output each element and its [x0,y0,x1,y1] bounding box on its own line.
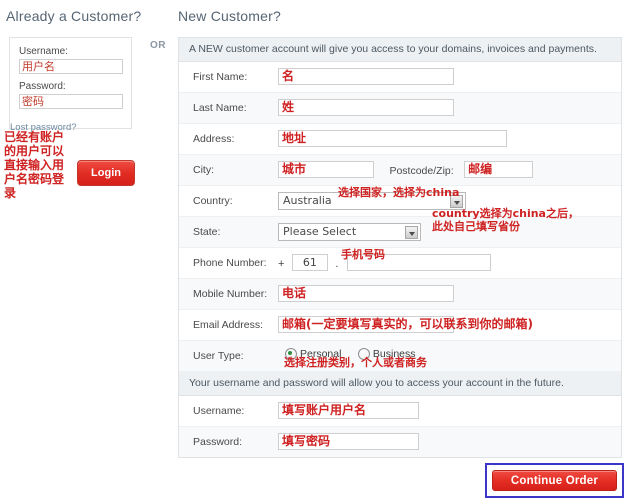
row-first-name: First Name: 名 [179,62,621,93]
city-label: City: [193,164,214,176]
new-username-input[interactable]: 填写账户用户名 [278,402,419,420]
new-username-label: Username: [193,405,245,417]
user-type-annotation: 选择注册类别，个人或者商务 [284,356,427,369]
chevron-down-icon[interactable] [405,225,418,239]
email-input[interactable]: 邮箱(一定要填写真实的，可以联系到你的邮箱) [278,316,533,334]
or-divider-label: OR [150,40,166,51]
row-last-name: Last Name: 姓 [179,93,621,124]
city-input[interactable]: 城市 [278,161,374,179]
row-address: Address: 地址 [179,124,621,155]
state-annotation: country选择为china之后， 此处自己填写省份 [432,207,579,233]
continue-order-focus-outline: Continue Order [485,463,624,498]
email-label: Email Address: [193,319,264,331]
login-username-label: Username: [19,46,68,57]
login-panel: Username: 用户名 Password: 密码 [9,37,132,129]
continue-order-button[interactable]: Continue Order [492,470,617,491]
last-name-input[interactable]: 姓 [278,99,454,117]
credentials-band: Your username and password will allow yo… [179,372,621,396]
new-password-label: Password: [193,436,243,448]
row-phone: Phone Number: + 61 . [179,248,621,279]
first-name-label: First Name: [193,71,248,83]
phone-country-code-input[interactable]: 61 [291,254,328,272]
postcode-input[interactable]: 邮编 [464,161,534,179]
row-city-postcode: City: 城市 Postcode/Zip: 邮编 [179,155,621,186]
country-select-value: Australia [283,193,332,207]
address-label: Address: [193,133,235,145]
form-intro-band: A NEW customer account will give you acc… [179,38,621,62]
first-name-input[interactable]: 名 [278,68,454,86]
row-mobile: Mobile Number: 电话 [179,279,621,310]
login-button[interactable]: Login [77,160,135,186]
country-label: Country: [193,195,233,207]
phone-separator: . [335,258,339,270]
phone-annotation: 手机号码 [341,248,385,261]
postcode-label: Postcode/Zip: [389,165,454,177]
user-type-label: User Type: [193,350,244,362]
login-username-input[interactable]: 用户名 [19,59,123,74]
registration-page: Already a Customer? New Customer? OR Use… [0,0,626,500]
existing-customer-heading: Already a Customer? [6,8,142,24]
login-password-input[interactable]: 密码 [19,94,123,109]
login-annotation: 已经有账户的用户可以直接输入用户名密码登录 [4,130,65,200]
row-username: Username: 填写账户用户名 [179,396,621,427]
new-password-input[interactable]: 填写密码 [278,433,419,451]
address-input[interactable]: 地址 [278,130,507,148]
state-select-value: Please Select [283,224,357,238]
state-select[interactable]: Please Select [278,222,421,241]
new-customer-heading: New Customer? [178,8,281,24]
last-name-label: Last Name: [193,102,247,114]
mobile-input[interactable]: 电话 [278,285,454,303]
state-label: State: [193,226,221,238]
mobile-label: Mobile Number: [193,288,268,300]
row-email: Email Address: 邮箱(一定要填写真实的，可以联系到你的邮箱) [179,310,621,341]
phone-plus-symbol: + [278,258,285,270]
new-customer-form: A NEW customer account will give you acc… [178,37,622,458]
login-password-label: Password: [19,81,66,92]
row-password: Password: 填写密码 [179,427,621,457]
phone-label: Phone Number: [193,257,267,269]
country-annotation: 选择国家，选择为china [338,186,460,199]
